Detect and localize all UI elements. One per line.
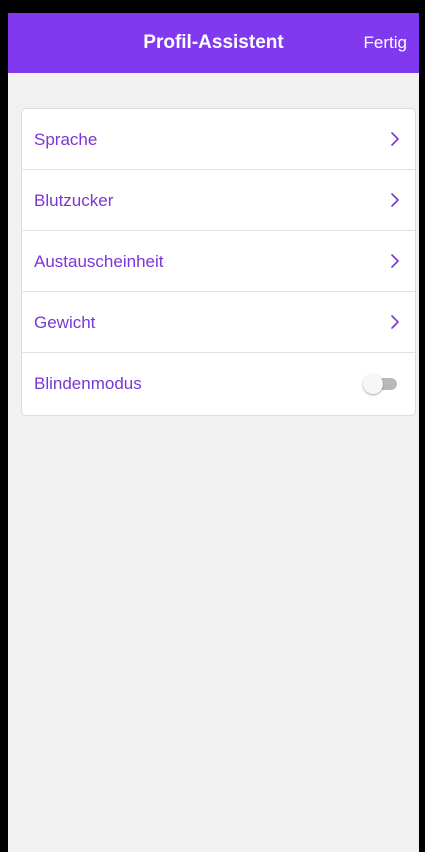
page-title: Profil-Assistent — [143, 32, 284, 53]
settings-item-label: Austauscheinheit — [34, 252, 164, 271]
settings-list: Sprache Blutzucker Austauscheinheit Gewi… — [21, 108, 416, 416]
settings-item-blind-mode: Blindenmodus — [22, 353, 415, 414]
settings-item-label: Blutzucker — [34, 191, 114, 210]
app-screen: Profil-Assistent Fertig Sprache Blutzuck… — [8, 13, 419, 852]
blind-mode-toggle[interactable] — [363, 373, 399, 394]
settings-item-label: Sprache — [34, 130, 98, 149]
screen-frame: Profil-Assistent Fertig Sprache Blutzuck… — [0, 0, 425, 852]
chevron-right-icon — [391, 132, 399, 146]
app-bar: Profil-Assistent Fertig — [8, 13, 419, 73]
toggle-thumb — [363, 374, 383, 394]
settings-item-blood-sugar[interactable]: Blutzucker — [22, 170, 415, 231]
settings-item-exchange-unit[interactable]: Austauscheinheit — [22, 231, 415, 292]
chevron-right-icon — [391, 254, 399, 268]
chevron-right-icon — [391, 315, 399, 329]
done-button[interactable]: Fertig — [362, 13, 409, 73]
settings-item-label: Blindenmodus — [34, 374, 142, 393]
settings-item-weight[interactable]: Gewicht — [22, 292, 415, 353]
chevron-right-icon — [391, 193, 399, 207]
settings-item-label: Gewicht — [34, 313, 96, 332]
settings-item-language[interactable]: Sprache — [22, 109, 415, 170]
